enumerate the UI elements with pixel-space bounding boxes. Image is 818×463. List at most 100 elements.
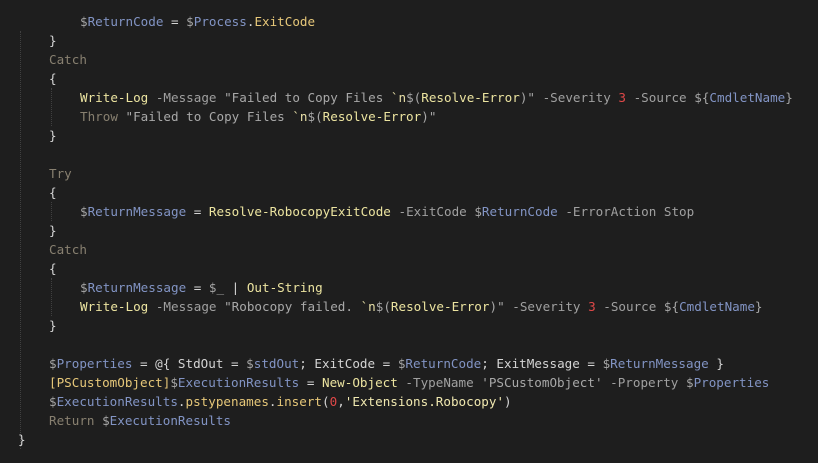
code-token: ( xyxy=(322,394,330,409)
code-token: -ErrorAction Stop xyxy=(557,204,695,219)
code-line[interactable]: Write-Log -Message "Robocopy failed. `n $… xyxy=(80,297,763,316)
code-token: ) xyxy=(504,394,512,409)
code-token: ExecutionResults xyxy=(177,375,300,390)
code-token: pstypenames xyxy=(185,394,269,409)
code-token: $ xyxy=(102,413,110,428)
code-token: $ xyxy=(49,394,57,409)
code-line[interactable]: } xyxy=(49,316,57,335)
code-token: CmdletName xyxy=(679,299,755,314)
code-token: -Severity xyxy=(534,90,619,105)
code-token: -TypeName xyxy=(397,375,482,390)
indent-guide xyxy=(51,202,52,221)
code-token: ${ xyxy=(694,90,710,105)
code-token: $ xyxy=(80,280,88,295)
code-token: Throw xyxy=(80,109,118,124)
code-token: `n xyxy=(360,299,376,314)
code-line[interactable]: Catch xyxy=(49,50,87,69)
code-token: Properties xyxy=(693,375,770,390)
code-token: Return xyxy=(49,413,103,428)
code-token: = xyxy=(299,375,322,390)
code-line[interactable]: Throw "Failed to Copy Files `n$(Resolve-… xyxy=(80,107,436,126)
code-line[interactable]: Return $ExecutionResults xyxy=(49,411,231,430)
code-token: $ xyxy=(80,204,88,219)
code-token: { xyxy=(49,261,57,276)
code-token: $( xyxy=(307,109,323,124)
code-token: ${ xyxy=(663,299,680,314)
code-token: "Robocopy failed. xyxy=(224,299,361,314)
code-token: } xyxy=(18,432,26,447)
code-token: | xyxy=(224,280,247,295)
code-token: } xyxy=(49,128,57,143)
code-token: Write-Log xyxy=(80,90,149,105)
code-token: ReturnMessage xyxy=(87,280,187,295)
code-token: $ xyxy=(474,204,482,219)
code-token: = @{ StdOut = xyxy=(132,356,247,371)
code-token: CmdletName xyxy=(709,90,786,105)
code-token: } xyxy=(49,223,57,238)
code-token: Try xyxy=(49,166,72,181)
code-token: )" xyxy=(421,109,437,124)
code-token: ReturnCode xyxy=(87,14,164,29)
code-line[interactable]: $ExecutionResults.pstypenames.insert(0,'… xyxy=(49,392,512,411)
code-token: . xyxy=(268,394,277,409)
code-line[interactable]: { xyxy=(49,259,57,278)
code-token: } xyxy=(708,356,724,371)
code-token: ReturnCode xyxy=(405,356,482,371)
indent-guide xyxy=(20,31,21,449)
code-token: -Source xyxy=(625,90,695,105)
code-token: -Message xyxy=(148,90,225,105)
code-token: $ xyxy=(246,356,254,371)
code-line[interactable]: } xyxy=(49,126,57,145)
code-token: 'PSCustomObject' xyxy=(481,375,603,390)
code-token: 3 xyxy=(618,90,626,105)
code-token: $( xyxy=(406,90,422,105)
code-token: -Message xyxy=(148,299,225,314)
code-token: $ xyxy=(685,375,694,390)
code-line[interactable]: $ReturnMessage = $_ | Out-String xyxy=(80,278,323,297)
code-token: "Failed to Copy Files xyxy=(224,90,391,105)
code-token: Resolve-Error xyxy=(322,109,422,124)
code-line[interactable]: } xyxy=(49,221,57,240)
code-token: $ xyxy=(49,356,57,371)
code-token: } xyxy=(49,318,57,333)
code-line[interactable]: [PSCustomObject]$ExecutionResults = New-… xyxy=(49,373,769,392)
code-line[interactable]: { xyxy=(49,69,57,88)
code-token: ReturnMessage xyxy=(87,204,187,219)
code-token: $ xyxy=(80,14,88,29)
code-token: 'Extensions.Robocopy' xyxy=(344,394,505,409)
code-token: { xyxy=(49,71,57,86)
code-line[interactable]: Catch xyxy=(49,240,87,259)
code-token: Catch xyxy=(49,242,87,257)
indent-guide xyxy=(51,88,52,126)
code-line[interactable]: Try xyxy=(49,164,72,183)
code-token: , xyxy=(337,394,345,409)
code-token: )" xyxy=(489,299,505,314)
code-token: ReturnCode xyxy=(481,204,558,219)
code-token: = xyxy=(186,280,209,295)
code-line[interactable]: Write-Log -Message "Failed to Copy Files… xyxy=(80,88,793,107)
code-token: $_ xyxy=(208,280,225,295)
code-token: ExecutionResults xyxy=(56,394,178,409)
code-token: Catch xyxy=(49,52,87,67)
code-token: } xyxy=(49,33,57,48)
code-token: = xyxy=(186,204,209,219)
code-line[interactable]: $Properties = @{ StdOut = $stdOut; ExitC… xyxy=(49,354,724,373)
code-line[interactable]: { xyxy=(49,183,57,202)
code-line[interactable]: $ReturnMessage = Resolve-RobocopyExitCod… xyxy=(80,202,694,221)
code-line[interactable]: } xyxy=(49,31,57,50)
code-token: ReturnMessage xyxy=(610,356,709,371)
code-token: Resolve-Error xyxy=(421,90,520,105)
code-token: } xyxy=(785,90,793,105)
code-token: Resolve-Error xyxy=(390,299,490,314)
code-token: 3 xyxy=(588,299,596,314)
code-token: Write-Log xyxy=(80,299,149,314)
code-token: $ xyxy=(186,14,194,29)
code-editor[interactable]: $ReturnCode = $Process.ExitCode} Catch { Wr… xyxy=(0,0,818,463)
code-line[interactable]: $ReturnCode = $Process.ExitCode xyxy=(80,12,315,31)
code-token: $ xyxy=(170,375,178,390)
code-token: -Property xyxy=(602,375,686,390)
code-line[interactable]: } xyxy=(18,430,26,449)
code-token: ; ExitMessage = xyxy=(481,356,603,371)
code-token: New-Object xyxy=(322,375,398,390)
code-token: ; ExitCode = xyxy=(299,356,398,371)
